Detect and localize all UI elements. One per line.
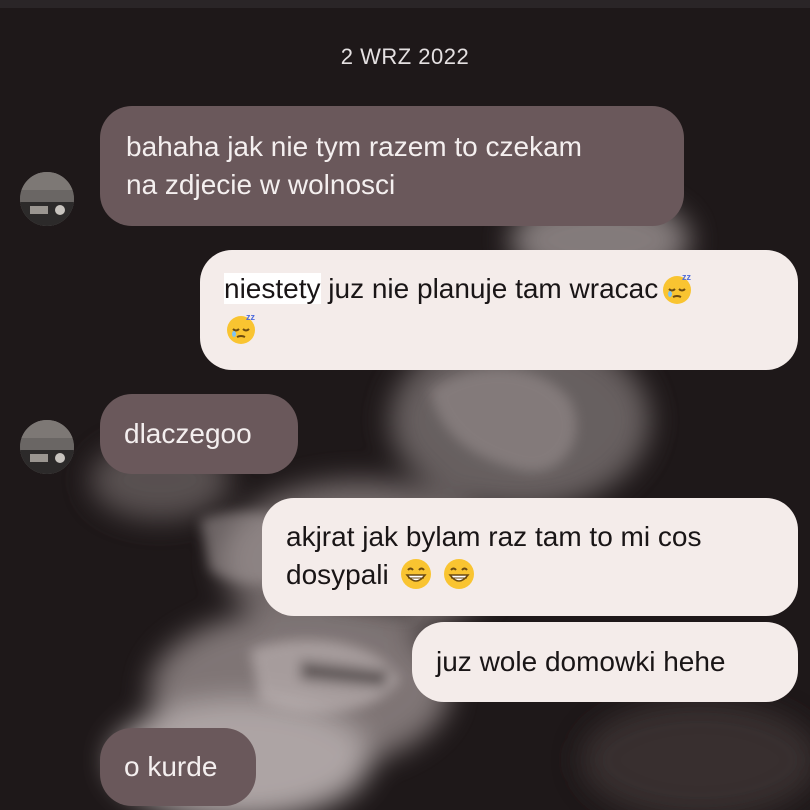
- chat-screen: 2 WRZ 2022 bahaha jak nie tym razem to c…: [0, 0, 810, 810]
- sleepy-face-emoji-icon: zz: [224, 311, 258, 345]
- contact-avatar[interactable]: [20, 172, 74, 226]
- message-text: dlaczegoo: [124, 418, 252, 449]
- svg-text:zz: zz: [682, 272, 692, 282]
- incoming-message-bubble[interactable]: o kurde: [100, 728, 256, 806]
- sleepy-face-emoji-icon: zz: [660, 271, 694, 305]
- message-text: juz nie planuje tam wracac: [320, 273, 659, 304]
- incoming-message-bubble[interactable]: bahaha jak nie tym razem to czekam na zd…: [100, 106, 684, 226]
- message-text: juz wole domowki hehe: [436, 646, 726, 677]
- outgoing-message-bubble[interactable]: juz wole domowki hehe: [412, 622, 798, 702]
- svg-text:zz: zz: [246, 312, 256, 322]
- message-text-line: bahaha jak nie tym razem to czekam: [126, 131, 582, 162]
- message-text-line: dosypali: [286, 556, 774, 594]
- message-text: o kurde: [124, 751, 218, 782]
- outgoing-message-bubble[interactable]: niestety juz nie planuje tam wracac zz zz: [200, 250, 798, 370]
- outgoing-message-bubble[interactable]: akjrat jak bylam raz tam to mi cos dosyp…: [262, 498, 798, 616]
- date-divider: 2 WRZ 2022: [340, 44, 470, 69]
- grinning-face-emoji-icon: [399, 557, 433, 591]
- message-text-line: niestety juz nie planuje tam wracac zz: [224, 270, 772, 308]
- incoming-message-bubble[interactable]: dlaczegoo: [100, 394, 298, 474]
- selected-text-highlight[interactable]: niestety: [224, 273, 321, 304]
- grinning-face-emoji-icon: [442, 557, 476, 591]
- message-text-line: zz: [224, 310, 772, 348]
- message-text-line: akjrat jak bylam raz tam to mi cos: [286, 521, 702, 552]
- message-text: dosypali: [286, 559, 389, 590]
- message-text-line: na zdjecie w wolnosci: [126, 169, 396, 200]
- contact-avatar[interactable]: [20, 420, 74, 474]
